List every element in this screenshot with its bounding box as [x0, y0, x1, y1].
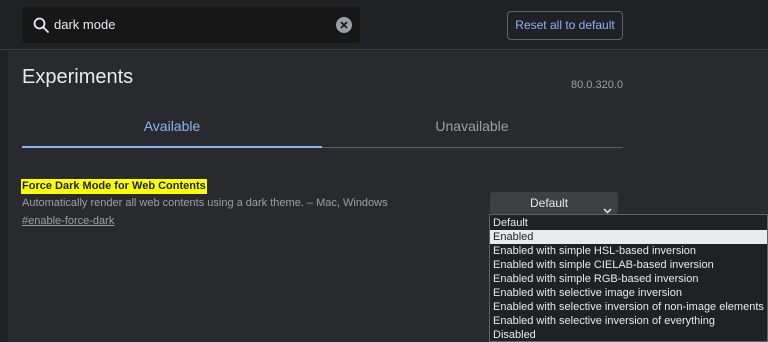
- page-title: Experiments: [22, 66, 134, 88]
- option-inversion-everything[interactable]: Enabled with selective inversion of ever…: [490, 314, 767, 328]
- search-icon: [32, 16, 50, 34]
- option-hsl-inversion[interactable]: Enabled with simple HSL-based inversion: [490, 244, 767, 258]
- option-non-image-inversion[interactable]: Enabled with selective inversion of non-…: [490, 300, 767, 314]
- option-selective-image-inversion[interactable]: Enabled with selective image inversion: [490, 286, 767, 300]
- reset-all-button[interactable]: Reset all to default: [507, 11, 623, 40]
- flag-description: Automatically render all web contents us…: [22, 197, 388, 209]
- flag-select-value: Default: [530, 196, 569, 210]
- option-enabled[interactable]: Enabled: [490, 230, 767, 244]
- option-cielab-inversion[interactable]: Enabled with simple CIELAB-based inversi…: [490, 258, 767, 272]
- flag-link[interactable]: #enable-force-dark: [22, 215, 114, 227]
- tab-available[interactable]: Available: [22, 118, 322, 148]
- search-input[interactable]: [54, 7, 324, 43]
- top-bar: Reset all to default: [0, 0, 768, 50]
- option-disabled[interactable]: Disabled: [490, 328, 767, 342]
- tab-unavailable[interactable]: Unavailable: [322, 118, 622, 148]
- flag-title: Force Dark Mode for Web Contents: [21, 179, 207, 194]
- flag-options-dropdown: Default Enabled Enabled with simple HSL-…: [489, 214, 768, 342]
- option-default[interactable]: Default: [490, 216, 767, 230]
- search-box[interactable]: [22, 7, 360, 43]
- clear-search-icon[interactable]: [336, 17, 352, 33]
- version-label: 80.0.320.0: [571, 79, 623, 91]
- active-tab-indicator: [22, 146, 322, 148]
- left-gutter: [0, 51, 8, 342]
- option-rgb-inversion[interactable]: Enabled with simple RGB-based inversion: [490, 272, 767, 286]
- flag-state-select[interactable]: Default: [490, 192, 618, 214]
